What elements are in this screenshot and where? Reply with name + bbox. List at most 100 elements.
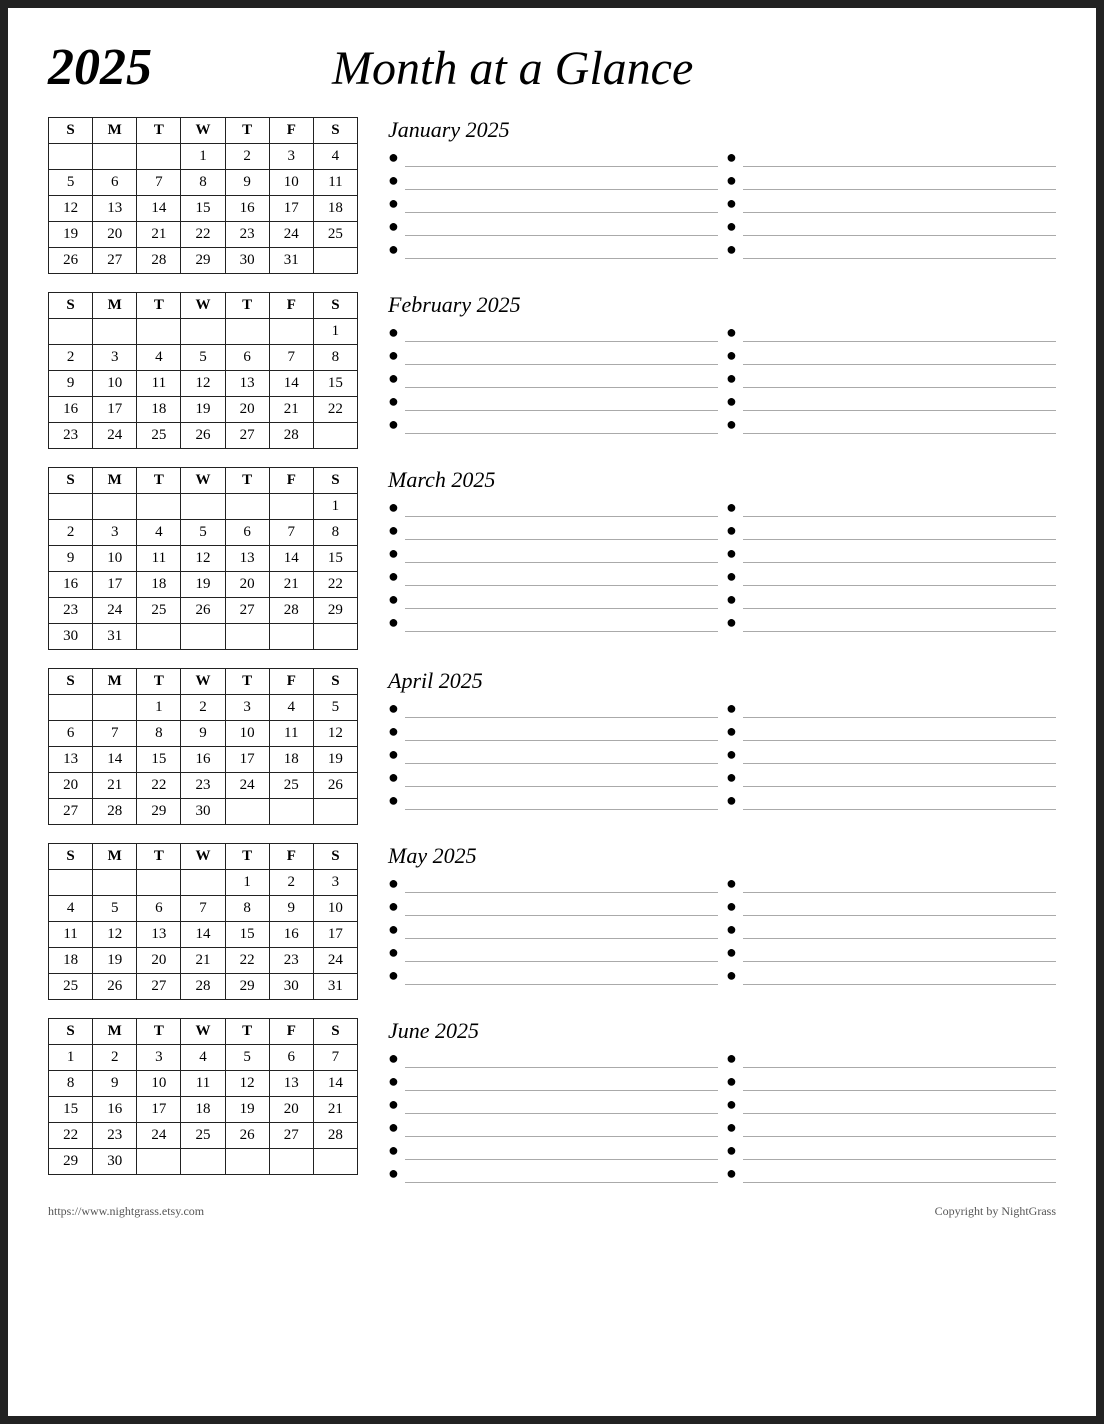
bullet-right: ● — [726, 919, 737, 940]
bullet-right: ● — [726, 170, 737, 191]
cal-day-cell — [313, 423, 357, 449]
bullet-right: ● — [726, 345, 737, 366]
bullet-right: ● — [726, 322, 737, 343]
month-label-4: May 2025 — [388, 843, 1056, 869]
cal-day-cell: 9 — [49, 546, 93, 572]
note-line: ●● — [388, 721, 1056, 742]
footer: https://www.nightgrass.etsy.com Copyrigh… — [48, 1204, 1056, 1219]
cal-day-cell: 18 — [137, 397, 181, 423]
cal-day-cell: 2 — [93, 1045, 137, 1071]
line-segment-right — [743, 723, 1056, 741]
cal-day-cell: 26 — [225, 1123, 269, 1149]
cal-day-cell — [93, 144, 137, 170]
cal-day-cell: 31 — [93, 624, 137, 650]
cal-day-cell — [225, 319, 269, 345]
bullet-right: ● — [726, 520, 737, 541]
line-segment-left — [405, 499, 718, 517]
bullet-left: ● — [388, 1071, 399, 1092]
line-segment-left — [405, 746, 718, 764]
line-segment-left — [405, 614, 718, 632]
note-line: ●● — [388, 942, 1056, 963]
line-segment-left — [405, 1050, 718, 1068]
cal-day-cell: 12 — [93, 922, 137, 948]
bullet-left: ● — [388, 1117, 399, 1138]
cal-day-cell: 11 — [313, 170, 357, 196]
line-segment-right — [743, 1119, 1056, 1137]
cal-day-cell — [181, 1149, 225, 1175]
cal-day-cell: 21 — [269, 397, 313, 423]
cal-day-cell: 25 — [269, 773, 313, 799]
bullet-left: ● — [388, 193, 399, 214]
cal-day-cell: 10 — [137, 1071, 181, 1097]
cal-day-cell: 27 — [93, 248, 137, 274]
note-line: ●● — [388, 589, 1056, 610]
cal-day-cell: 8 — [137, 721, 181, 747]
cal-header-cell: T — [137, 844, 181, 870]
note-line: ●● — [388, 170, 1056, 191]
cal-day-cell: 8 — [49, 1071, 93, 1097]
bullet-left: ● — [388, 721, 399, 742]
cal-header-cell: T — [225, 468, 269, 494]
notes-1: February 2025●●●●●●●●●● — [388, 292, 1056, 437]
bullet-left: ● — [388, 942, 399, 963]
cal-day-cell: 1 — [181, 144, 225, 170]
cal-day-cell — [181, 870, 225, 896]
cal-header-cell: F — [269, 669, 313, 695]
bullet-right: ● — [726, 873, 737, 894]
bullet-left: ● — [388, 497, 399, 518]
notes-3: April 2025●●●●●●●●●● — [388, 668, 1056, 813]
bullet-right: ● — [726, 721, 737, 742]
cal-day-cell: 2 — [49, 520, 93, 546]
note-line: ●● — [388, 368, 1056, 389]
year-title: 2025 — [48, 38, 152, 97]
cal-day-cell: 16 — [49, 572, 93, 598]
line-segment-left — [405, 1096, 718, 1114]
cal-day-cell — [137, 494, 181, 520]
footer-url: https://www.nightgrass.etsy.com — [48, 1204, 204, 1219]
cal-day-cell: 4 — [313, 144, 357, 170]
cal-day-cell — [269, 1149, 313, 1175]
cal-day-cell: 2 — [49, 345, 93, 371]
cal-day-cell — [137, 144, 181, 170]
cal-header-cell: F — [269, 293, 313, 319]
line-segment-right — [743, 792, 1056, 810]
main-title: Month at a Glance — [332, 41, 693, 96]
bullet-left: ● — [388, 520, 399, 541]
cal-day-cell: 30 — [269, 974, 313, 1000]
cal-day-cell: 25 — [137, 423, 181, 449]
cal-day-cell — [137, 1149, 181, 1175]
cal-day-cell — [137, 624, 181, 650]
cal-day-cell: 6 — [225, 520, 269, 546]
cal-day-cell — [313, 624, 357, 650]
cal-day-cell: 5 — [181, 520, 225, 546]
cal-day-cell: 4 — [137, 520, 181, 546]
cal-day-cell — [49, 319, 93, 345]
page-header: 2025 Month at a Glance — [48, 38, 1056, 97]
note-line: ●● — [388, 919, 1056, 940]
cal-day-cell: 13 — [269, 1071, 313, 1097]
cal-header-cell: T — [225, 1019, 269, 1045]
line-segment-right — [743, 700, 1056, 718]
cal-header-cell: S — [49, 1019, 93, 1045]
cal-day-cell: 17 — [269, 196, 313, 222]
note-line: ●● — [388, 322, 1056, 343]
cal-day-cell: 22 — [181, 222, 225, 248]
cal-header-cell: M — [93, 468, 137, 494]
bullet-right: ● — [726, 414, 737, 435]
cal-day-cell — [269, 624, 313, 650]
line-segment-left — [405, 700, 718, 718]
cal-header-cell: T — [137, 118, 181, 144]
cal-day-cell: 24 — [313, 948, 357, 974]
line-segment-right — [743, 967, 1056, 985]
cal-day-cell: 6 — [49, 721, 93, 747]
line-segment-left — [405, 944, 718, 962]
cal-header-cell: F — [269, 468, 313, 494]
bullet-left: ● — [388, 698, 399, 719]
month-section-4: SMTWTFS123456789101112131415161718192021… — [48, 843, 1056, 1000]
line-segment-right — [743, 195, 1056, 213]
cal-day-cell: 15 — [181, 196, 225, 222]
line-segment-right — [743, 241, 1056, 259]
cal-header-cell: S — [49, 468, 93, 494]
cal-day-cell: 5 — [181, 345, 225, 371]
cal-day-cell: 28 — [93, 799, 137, 825]
